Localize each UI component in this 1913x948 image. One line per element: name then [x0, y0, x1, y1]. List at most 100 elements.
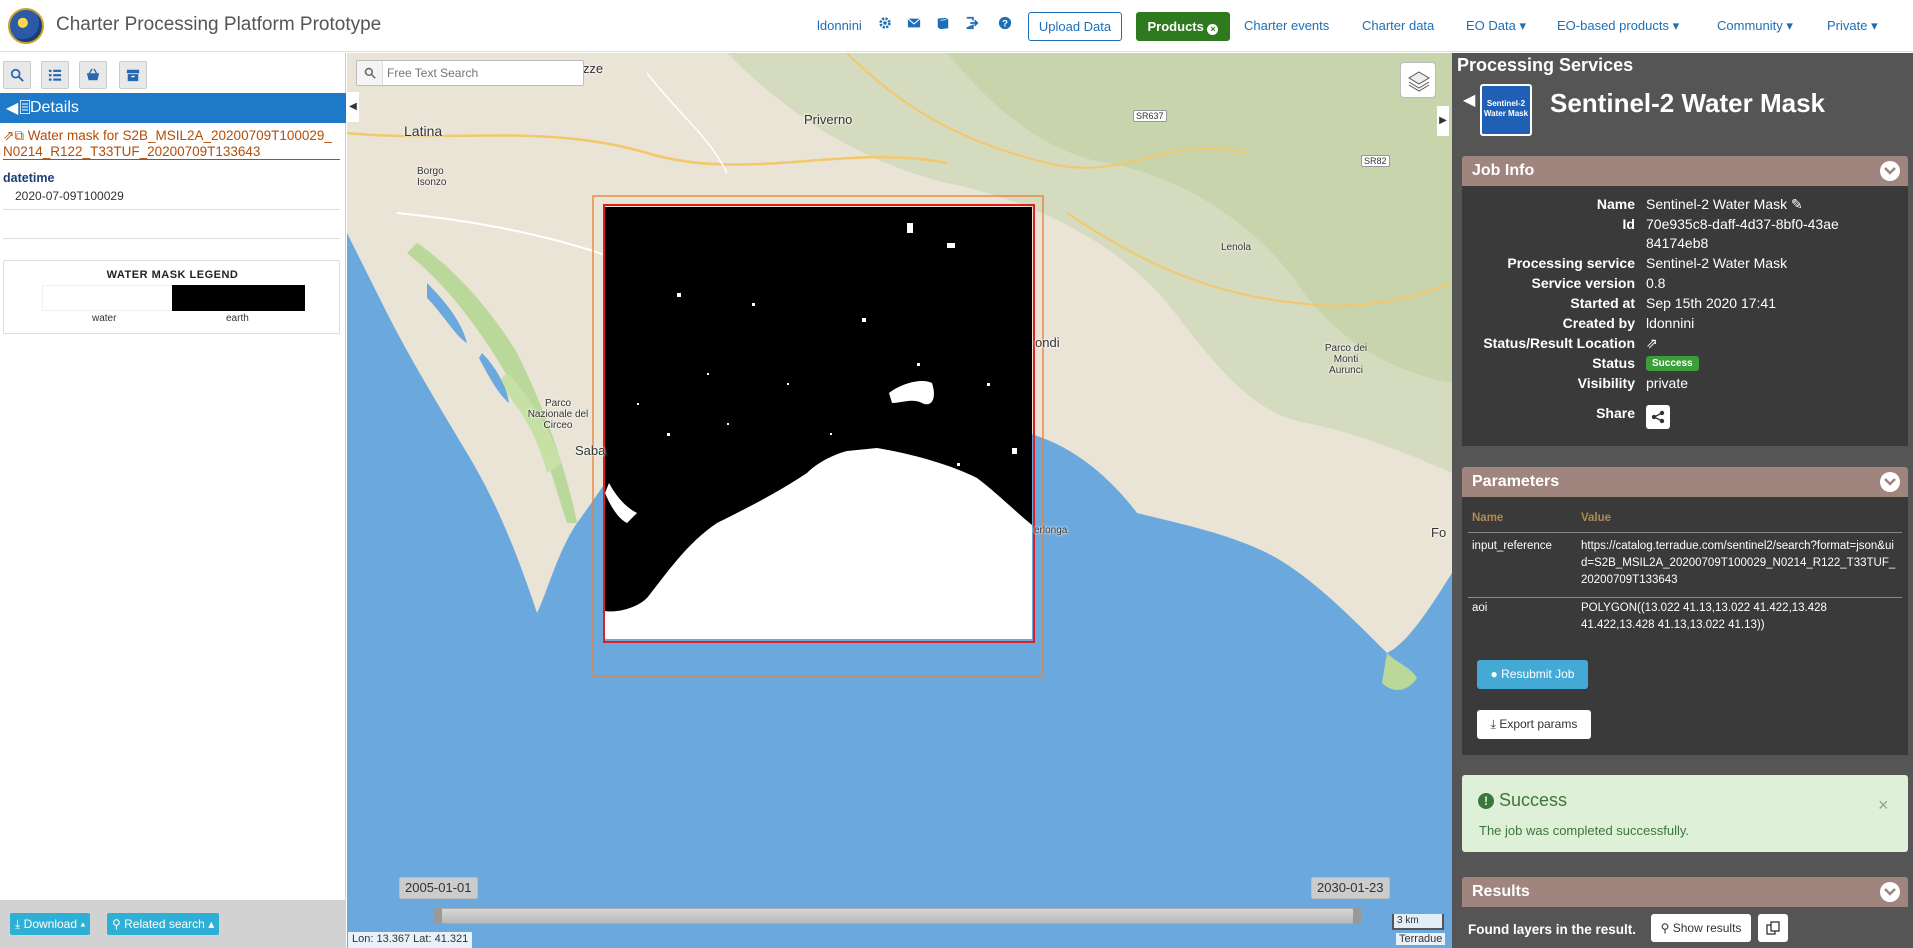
caret-down-icon: ▾	[1786, 18, 1793, 33]
chevron-left-icon[interactable]: ◀	[6, 98, 18, 118]
layers-icon	[1408, 71, 1430, 92]
results-header[interactable]: Results	[1462, 877, 1908, 907]
legend-water-swatch	[42, 285, 175, 311]
search-icon: ⚲	[112, 917, 121, 931]
scale-bar: 3 km	[1392, 914, 1444, 930]
param-value: POLYGON((13.022 41.13,13.022 41.422,13.4…	[1581, 602, 1827, 631]
time-slider-handle-end[interactable]	[1353, 908, 1361, 924]
nav-charter-events[interactable]: Charter events	[1244, 18, 1329, 33]
chevron-down-icon[interactable]	[1880, 882, 1900, 902]
basket-icon	[86, 68, 100, 81]
param-value: https://catalog.terradue.com/sentinel2/s…	[1581, 540, 1896, 586]
layers-button[interactable]	[1400, 62, 1436, 98]
time-slider-handle-start[interactable]	[434, 908, 442, 924]
nav-eo-based-products-label: EO-based products	[1557, 18, 1670, 33]
pencil-icon[interactable]: ✎	[1791, 196, 1803, 212]
list-tool-button[interactable]	[41, 61, 69, 89]
external-link-icon[interactable]: ⇗	[1646, 334, 1866, 353]
show-results-label: Show results	[1672, 921, 1742, 935]
app-title[interactable]: Charter Processing Platform Prototype	[56, 14, 381, 36]
time-slider[interactable]	[434, 908, 1361, 924]
nav-private[interactable]: Private ▾	[1827, 18, 1878, 34]
job-field-label: Status	[1592, 355, 1635, 371]
service-icon: Sentinel-2 Water Mask	[1480, 84, 1532, 136]
share-icon	[1651, 410, 1665, 424]
copy-icon[interactable]: ⧉	[14, 128, 24, 143]
share-button[interactable]	[1646, 405, 1670, 429]
archive-tool-button[interactable]	[119, 61, 147, 89]
nav-private-label: Private	[1827, 18, 1868, 33]
results-found-text: Found layers in the result.	[1468, 922, 1637, 937]
caret-down-icon: ▾	[1871, 18, 1878, 33]
alert-title: ! Success	[1478, 790, 1567, 811]
job-name-text: Sentinel-2 Water Mask	[1646, 196, 1788, 212]
chevron-left-icon[interactable]: ◀	[1463, 90, 1475, 110]
chevron-down-icon[interactable]	[1880, 472, 1900, 492]
nav-charter-data[interactable]: Charter data	[1362, 18, 1434, 33]
search-icon[interactable]	[357, 61, 383, 85]
nav-community[interactable]: Community ▾	[1717, 18, 1793, 34]
job-visibility-value: private	[1646, 375, 1689, 391]
divider	[1468, 532, 1902, 533]
book-icon[interactable]	[935, 16, 951, 34]
caret-up-icon: ▴	[80, 917, 86, 931]
water-mask-raster	[592, 195, 1044, 677]
user-link[interactable]: ldonnini	[817, 18, 862, 33]
map-place-label: Lenola	[1221, 242, 1252, 253]
export-label: Export params	[1499, 717, 1578, 731]
close-icon[interactable]: ×	[1878, 795, 1889, 816]
job-field-label: Processing service	[1507, 255, 1635, 271]
resubmit-job-button[interactable]: ● Resubmit Job	[1477, 660, 1588, 689]
water-mask-legend: WATER MASK LEGEND water earth	[3, 260, 340, 334]
job-name-value: Sentinel-2 Water Mask ✎	[1646, 195, 1866, 214]
products-button[interactable]: Products ×	[1136, 12, 1230, 41]
parameters-header[interactable]: Parameters	[1462, 467, 1908, 497]
envelope-icon[interactable]	[906, 16, 922, 34]
collapse-left-panel-button[interactable]: ◀	[347, 92, 359, 122]
exclamation-circle-icon: !	[1478, 793, 1494, 809]
left-panel: ◀ Details ⇗⧉ Water mask for S2B_MSIL2A_2…	[0, 53, 346, 948]
logout-icon[interactable]	[964, 16, 980, 34]
top-navbar: Charter Processing Platform Prototype ld…	[0, 0, 1913, 52]
copy-icon	[1766, 921, 1780, 935]
chevron-down-icon[interactable]	[1880, 161, 1900, 181]
mouse-coordinates: Lon: 13.367 Lat: 41.321	[348, 932, 473, 948]
gear-icon[interactable]	[877, 16, 893, 34]
divider	[1468, 597, 1902, 598]
record-title-link[interactable]: ⇗⧉ Water mask for S2B_MSIL2A_20200709T10…	[3, 128, 338, 160]
legend-earth-label: earth	[226, 313, 249, 324]
nav-eo-data[interactable]: EO Data ▾	[1466, 18, 1526, 34]
nav-eo-based-products[interactable]: EO-based products ▾	[1557, 18, 1679, 34]
upload-data-button[interactable]: Upload Data	[1028, 12, 1122, 41]
related-search-button[interactable]: ⚲ Related search ▴	[107, 913, 220, 935]
svg-text:?: ?	[1002, 19, 1008, 30]
map-place-label: ondi	[1035, 335, 1060, 350]
search-tool-button[interactable]	[3, 61, 31, 89]
basket-tool-button[interactable]	[79, 61, 107, 89]
param-name: aoi	[1472, 602, 1488, 614]
map-view[interactable]: Sezze Latina Priverno Borgo Isonzo Lenol…	[347, 53, 1452, 948]
map-basemap	[347, 53, 1452, 690]
export-params-button[interactable]: ⤓ Export params	[1477, 710, 1591, 739]
collapse-right-panel-button[interactable]: ▶	[1437, 106, 1449, 136]
copy-button[interactable]	[1758, 914, 1788, 942]
nav-eo-data-label: EO Data	[1466, 18, 1516, 33]
road-badge: SR637	[1133, 110, 1167, 122]
external-link-icon[interactable]: ⇗	[3, 128, 14, 143]
help-icon[interactable]: ?	[997, 16, 1013, 34]
status-badge: Success	[1646, 356, 1699, 371]
charter-logo[interactable]	[8, 8, 44, 44]
job-started-value: Sep 15th 2020 17:41	[1646, 295, 1777, 311]
param-col-value: Value	[1581, 512, 1612, 524]
job-info-header[interactable]: Job Info	[1462, 156, 1908, 186]
related-search-label: Related search	[124, 917, 205, 931]
search-icon	[10, 68, 24, 82]
show-results-button[interactable]: ⚲ Show results	[1651, 914, 1751, 942]
map-attribution[interactable]: Terradue	[1396, 933, 1446, 945]
map-place-label: Latina	[404, 123, 443, 139]
job-field-label: Name	[1596, 196, 1635, 212]
record-title-text: Water mask for S2B_MSIL2A_20200709T10002…	[3, 128, 332, 159]
download-button[interactable]: ⤓ Download ▴	[10, 913, 91, 935]
map-search-input[interactable]	[387, 64, 577, 82]
details-header[interactable]: ◀ Details	[0, 93, 346, 123]
